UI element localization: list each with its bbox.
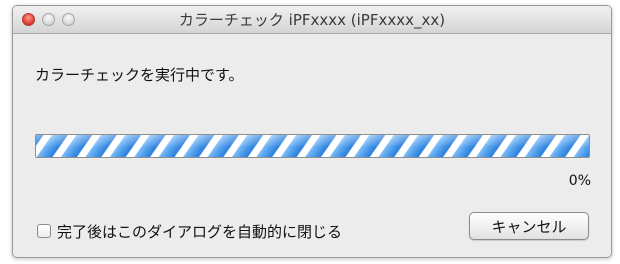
status-message: カラーチェックを実行中です。 bbox=[35, 66, 244, 84]
dialog-window: カラーチェック iPFxxxx (iPFxxxx_xx) カラーチェックを実行中… bbox=[12, 5, 612, 258]
auto-close-label[interactable]: 完了後はこのダイアログを自動的に閉じる bbox=[57, 221, 342, 242]
progress-bar bbox=[35, 134, 590, 158]
cancel-button[interactable]: キャンセル bbox=[469, 212, 589, 240]
window-title: カラーチェック iPFxxxx (iPFxxxx_xx) bbox=[178, 11, 446, 29]
title-bar[interactable]: カラーチェック iPFxxxx (iPFxxxx_xx) bbox=[13, 6, 611, 34]
minimize-icon[interactable] bbox=[42, 13, 55, 26]
close-icon[interactable] bbox=[22, 13, 35, 26]
progress-bar-gloss bbox=[36, 135, 589, 146]
progress-percent: 0% bbox=[568, 173, 591, 189]
zoom-icon[interactable] bbox=[62, 13, 75, 26]
auto-close-option[interactable]: 完了後はこのダイアログを自動的に閉じる bbox=[37, 221, 342, 241]
auto-close-checkbox[interactable] bbox=[37, 224, 51, 238]
